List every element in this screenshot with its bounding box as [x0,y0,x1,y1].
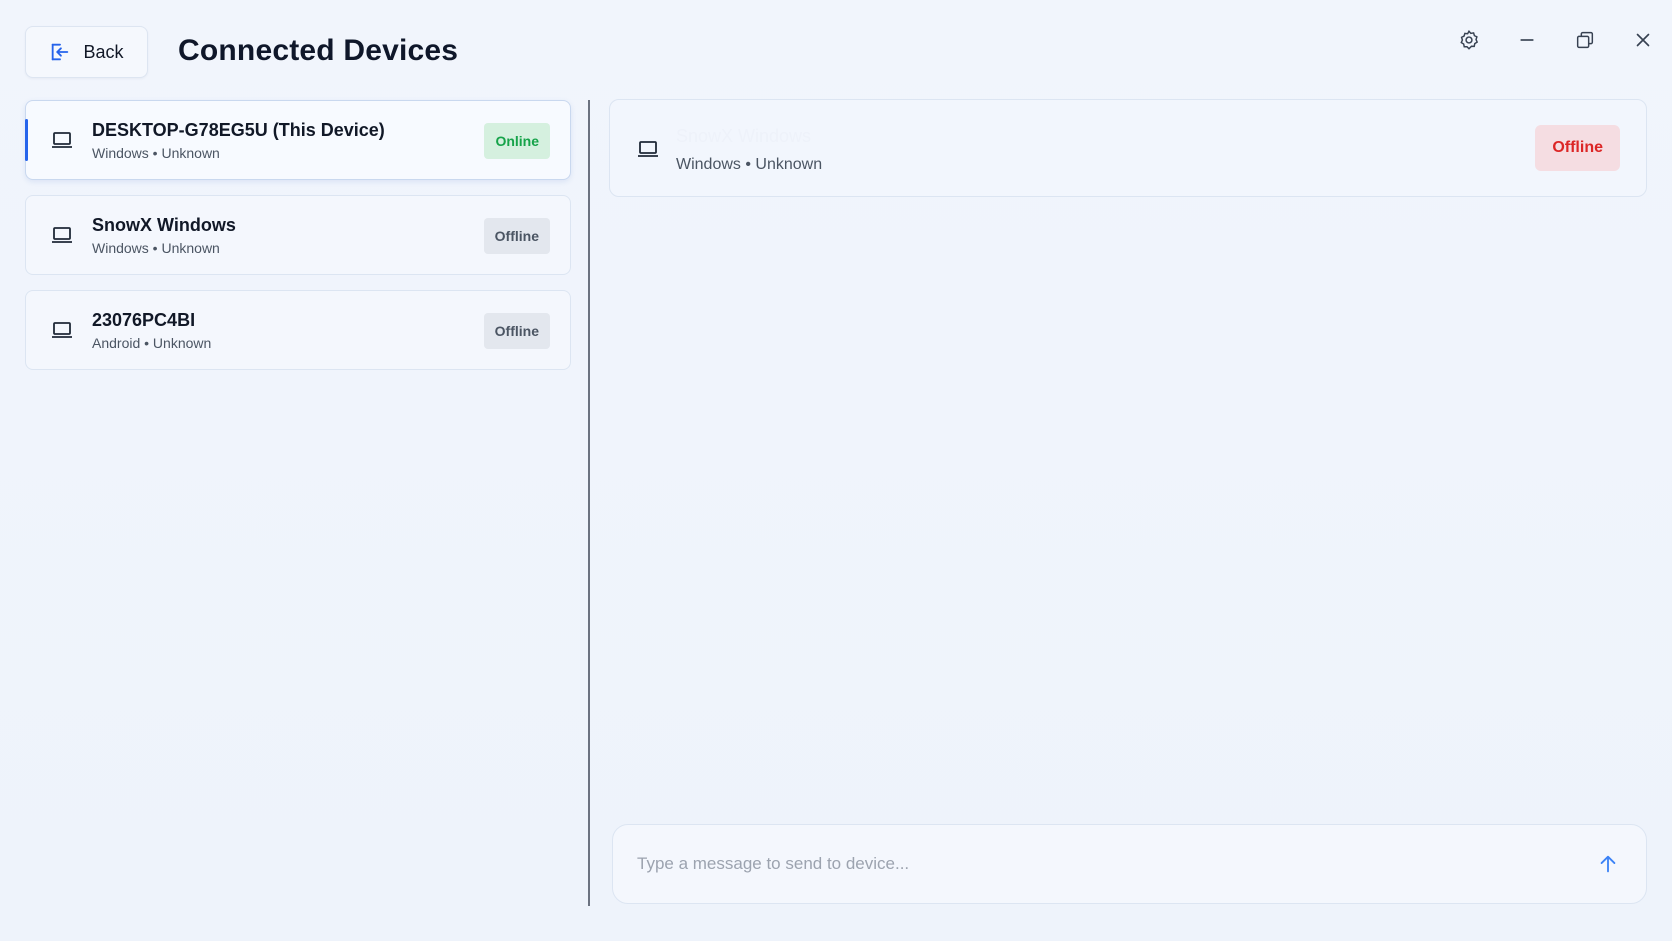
device-detail-header: SnowX Windows Windows • Unknown Offline [609,99,1647,197]
status-badge: Offline [483,218,550,254]
status-badge: Offline [483,313,550,349]
detail-device-meta: Windows • Unknown [676,156,823,173]
device-card-snowx[interactable]: SnowX Windows Windows • Unknown Offline [25,195,571,275]
send-button[interactable] [1594,850,1622,878]
laptop-icon [52,132,72,148]
back-button[interactable]: Back [25,26,148,78]
restore-icon [1576,31,1594,49]
device-card-android[interactable]: 23076PC4BI Android • Unknown Offline [25,290,571,370]
minimize-button[interactable] [1498,24,1556,56]
close-button[interactable] [1614,24,1672,56]
settings-icon [1460,30,1479,50]
settings-button[interactable] [1440,24,1498,56]
page-title: Connected Devices [178,34,459,67]
back-arrow-icon [52,43,69,61]
laptop-icon [52,322,72,338]
device-card-desktop[interactable]: DESKTOP-G78EG5U (This Device) Windows • … [25,100,571,180]
message-input[interactable] [637,854,1594,874]
message-composer [612,824,1647,904]
window-controls [1440,24,1672,56]
laptop-icon [52,227,72,243]
pane-divider[interactable] [588,100,590,906]
laptop-icon [638,141,658,157]
minimize-icon [1520,39,1534,41]
device-list: DESKTOP-G78EG5U (This Device) Windows • … [25,100,571,385]
back-button-label: Back [83,41,124,62]
status-badge: Online [484,123,550,159]
restore-button[interactable] [1556,24,1614,56]
app-window: Back Connected Devices DESKTOP-G78EG5U (… [0,0,1672,941]
detail-device-name: SnowX Windows [676,126,812,146]
close-icon [1636,33,1650,47]
detail-status-badge: Offline [1535,125,1620,171]
arrow-up-icon [1600,855,1616,873]
